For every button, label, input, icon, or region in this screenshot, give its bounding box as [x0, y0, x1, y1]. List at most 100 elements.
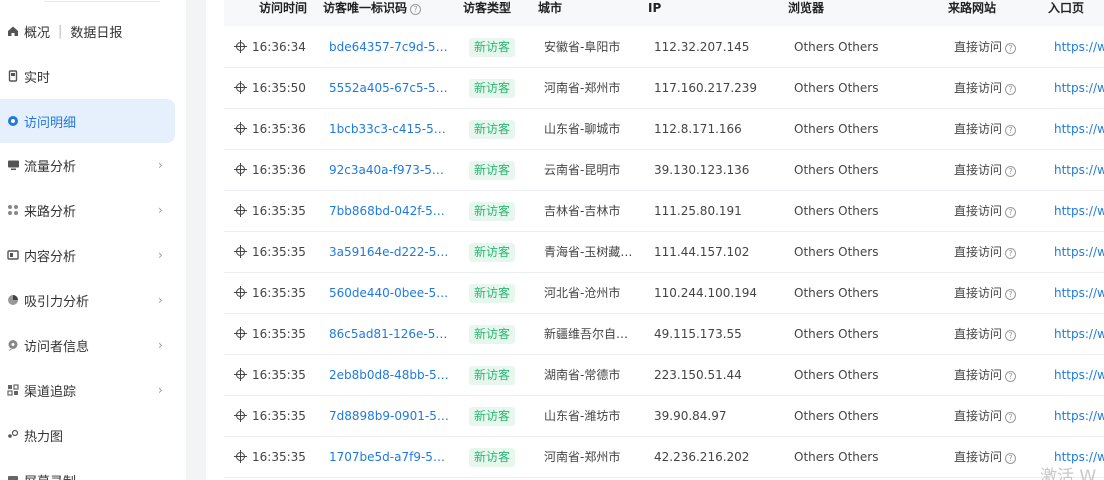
table-row[interactable]: 16:35:35 3a59164e-d222-5e… 新访客 青海省-玉树藏… 111.… — [224, 232, 1104, 273]
sidebar-item-realtime[interactable]: 实时 — [0, 54, 175, 98]
pie-icon — [6, 293, 20, 307]
table-row[interactable]: 16:35:36 92c3a40a-f973-58e… 新访客 云南省-昆明市 39.1… — [224, 150, 1104, 191]
header-city[interactable]: 城市 — [538, 0, 562, 17]
entry-page-link[interactable]: https://w… — [1054, 80, 1104, 96]
sidebar-item-label: 吸引力分析 — [24, 294, 90, 310]
visit-time: 16:35:36 — [252, 122, 306, 136]
table-row[interactable]: 16:36:34 bde64357-7c9d-5a8… 新访客 安徽省-阜阳市 112.… — [224, 27, 1104, 68]
visitor-id-link[interactable]: 560de440-0bee-5d… — [329, 285, 451, 301]
visitor-id-link[interactable]: 1bcb33c3-c415-5a4… — [329, 121, 451, 137]
ip-cell: 112.8.171.166 — [654, 122, 742, 136]
help-icon[interactable]: ? — [1005, 371, 1017, 382]
sidebar-item-heatmap[interactable]: 热力图 — [0, 413, 175, 457]
sidebar-item-channel-tracking[interactable]: 渠道追踪 › — [0, 368, 175, 412]
entry-page-link[interactable]: https://w… — [1054, 203, 1104, 219]
chevron-right-icon: › — [158, 338, 163, 352]
sidebar-separator: | — [58, 23, 63, 39]
sidebar-item-label: 来路分析 — [24, 204, 77, 220]
header-ip[interactable]: IP — [648, 0, 661, 17]
crosshair-icon[interactable] — [234, 245, 247, 258]
help-icon[interactable]: ? — [1005, 125, 1017, 136]
visitor-id-link[interactable]: 7bb868bd-042f-53a… — [329, 203, 451, 219]
visitor-id-link[interactable]: 1707be5d-a7f9-535… — [329, 449, 451, 465]
sidebar-item-visitor-info[interactable]: 访问者信息 › — [0, 323, 175, 367]
visitor-id-link[interactable]: 2eb8b0d8-48bb-5e… — [329, 367, 451, 383]
table-row[interactable]: 16:35:35 7bb868bd-042f-53a… 新访客 吉林省-吉林市 111.… — [224, 191, 1104, 232]
entry-page-link[interactable]: https://w… — [1054, 244, 1104, 260]
sidebar-item-traffic-analysis[interactable]: 流量分析 › — [0, 143, 175, 187]
table-row[interactable]: 16:35:35 86c5ad81-126e-5d7… 新访客 新疆维吾尔自… 49.1… — [224, 314, 1104, 355]
visitor-id-link[interactable]: 86c5ad81-126e-5d7… — [329, 326, 451, 342]
table-row[interactable]: 16:35:50 5552a405-67c5-576… 新访客 河南省-郑州市 117.… — [224, 68, 1104, 109]
table-row[interactable]: 16:35:35 560de440-0bee-5d… 新访客 河北省-沧州市 110.2… — [224, 273, 1104, 314]
visit-time: 16:35:35 — [252, 204, 306, 218]
visitor-id-link[interactable]: 7d8898b9-0901-59… — [329, 408, 451, 424]
table-row[interactable]: 16:35:35 1707be5d-a7f9-535… 新访客 河南省-郑州市 42.2… — [224, 437, 1104, 478]
help-icon[interactable]: ? — [1005, 84, 1017, 95]
help-icon[interactable]: ? — [1005, 248, 1017, 259]
sidebar-item-overview[interactable]: 概况 | 数据日报 — [0, 9, 175, 53]
sidebar-item-content-analysis[interactable]: 内容分析 › — [0, 233, 175, 277]
help-icon[interactable]: ? — [1005, 453, 1017, 464]
visitor-type-badge: 新访客 — [469, 448, 516, 467]
sidebar-item-visit-detail[interactable]: 访问明细 — [0, 99, 175, 143]
crosshair-icon[interactable] — [234, 286, 247, 299]
help-icon[interactable]: ? — [1005, 412, 1017, 423]
header-visitor-type[interactable]: 访客类型 — [463, 0, 511, 17]
entry-page-link[interactable]: https://w… — [1054, 162, 1104, 178]
visit-time-cell: 16:35:35 — [234, 367, 306, 383]
crosshair-icon[interactable] — [234, 450, 247, 463]
visitor-id-link[interactable]: 3a59164e-d222-5e… — [329, 244, 451, 260]
source-label: 直接访问 — [954, 122, 1003, 136]
source-label: 直接访问 — [954, 327, 1003, 341]
help-icon[interactable]: ? — [1005, 289, 1017, 300]
entry-page-link[interactable]: https://w… — [1054, 408, 1104, 424]
header-visitor-id[interactable]: 访客唯一标识码? — [323, 0, 422, 17]
header-browser[interactable]: 浏览器 — [788, 0, 824, 17]
help-icon[interactable]: ? — [1005, 330, 1017, 341]
visitor-id-link[interactable]: 92c3a40a-f973-58e… — [329, 162, 451, 178]
header-visit-time[interactable]: 访问时间 — [259, 0, 307, 17]
ip-cell: 49.115.173.55 — [654, 327, 742, 341]
sidebar-daily-report-label[interactable]: 数据日报 — [70, 22, 122, 41]
visit-time: 16:35:35 — [252, 368, 306, 382]
sidebar-item-attraction-analysis[interactable]: 吸引力分析 › — [0, 278, 175, 322]
sidebar-overview-label: 概况 — [24, 25, 51, 41]
entry-page-link[interactable]: https://w… — [1054, 121, 1104, 137]
chevron-right-icon: › — [158, 293, 163, 307]
source-label: 直接访问 — [954, 450, 1003, 464]
crosshair-icon[interactable] — [234, 40, 247, 53]
visitor-type-badge: 新访客 — [469, 407, 516, 426]
entry-page-link[interactable]: https://w… — [1054, 326, 1104, 342]
sidebar-item-label: 访问者信息 — [24, 339, 90, 355]
entry-page-link[interactable]: https://w… — [1054, 39, 1104, 55]
visitor-id-link[interactable]: 5552a405-67c5-576… — [329, 80, 451, 96]
source-label: 直接访问 — [954, 286, 1003, 300]
sidebar-item-source-analysis[interactable]: 来路分析 › — [0, 188, 175, 232]
entry-page-link[interactable]: https://w… — [1054, 285, 1104, 301]
help-icon[interactable]: ? — [1005, 207, 1017, 218]
header-source[interactable]: 来路网站 — [948, 0, 996, 17]
header-entry[interactable]: 入口页 — [1048, 0, 1084, 17]
visitor-id-link[interactable]: bde64357-7c9d-5a8… — [329, 39, 451, 55]
sidebar-item-screen-record[interactable]: 屏幕录制 — [0, 458, 175, 480]
crosshair-icon[interactable] — [234, 327, 247, 340]
source-cell: 直接访问? — [954, 244, 1017, 260]
help-icon[interactable]: ? — [1005, 166, 1017, 177]
sidebar-item-label: 屏幕录制 — [24, 471, 76, 480]
help-icon[interactable]: ? — [410, 4, 422, 15]
visit-time-cell: 16:35:35 — [234, 408, 306, 424]
crosshair-icon[interactable] — [234, 409, 247, 422]
entry-page-link[interactable]: https://w… — [1054, 367, 1104, 383]
crosshair-icon[interactable] — [234, 204, 247, 217]
crosshair-icon[interactable] — [234, 122, 247, 135]
table-row[interactable]: 16:35:36 1bcb33c3-c415-5a4… 新访客 山东省-聊城市 112.… — [224, 109, 1104, 150]
help-icon[interactable]: ? — [1005, 43, 1017, 54]
table-row[interactable]: 16:35:35 7d8898b9-0901-59… 新访客 山东省-潍坊市 39.90… — [224, 396, 1104, 437]
crosshair-icon[interactable] — [234, 368, 247, 381]
browser-cell: Others Others — [794, 204, 879, 218]
table-row[interactable]: 16:35:35 2eb8b0d8-48bb-5e… 新访客 湖南省-常德市 223.1… — [224, 355, 1104, 396]
header-visitor-id-label: 访客唯一标识码 — [323, 1, 408, 15]
crosshair-icon[interactable] — [234, 81, 247, 94]
crosshair-icon[interactable] — [234, 163, 247, 176]
